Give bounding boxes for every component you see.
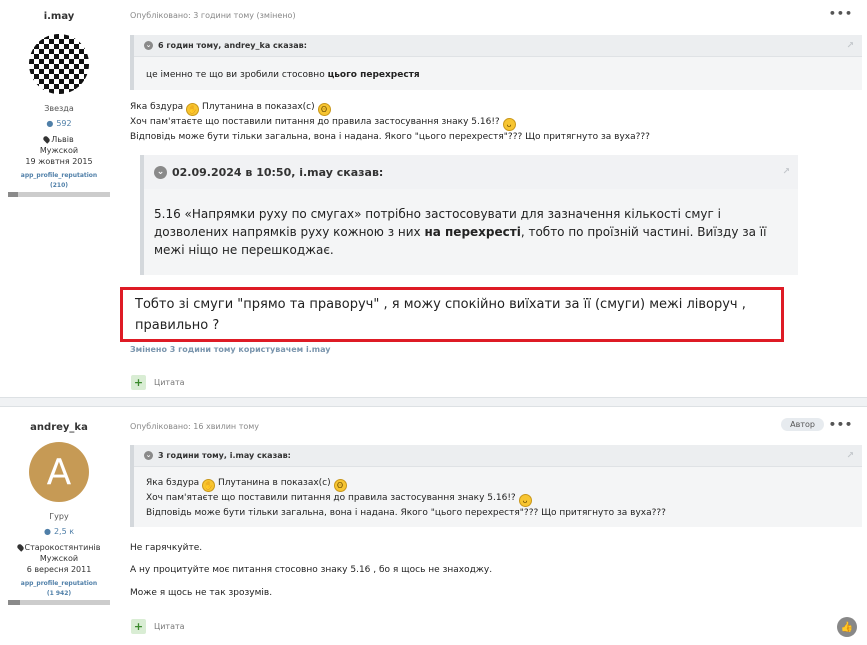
post-meta[interactable]: Опубліковано: 3 години тому (змінено) (130, 11, 296, 20)
quote-attribution[interactable]: 3 години тому, i.may сказав: (158, 451, 291, 460)
body-text: Плутанина в показах(с) (201, 102, 315, 112)
quote-block-nested: ⌄ 02.09.2024 в 10:50, i.may сказав: ↗ 5.… (140, 155, 798, 275)
quote-body: це іменно те що ви зробили стосовно цьог… (134, 57, 862, 80)
quote-text-bold: на перехресті (424, 225, 521, 239)
app-rep-value: (1 942) (46, 590, 72, 597)
chevron-down-icon[interactable]: ⌄ (144, 451, 153, 460)
post-author-panel: i.may Звезда ● 592 Львів Мужской 19 жовт… (0, 0, 118, 197)
author-info: Львів Мужской 19 жовтня 2015 (0, 134, 118, 167)
author-rank: Гуру (49, 512, 69, 521)
quote-block: ⌄ 3 години тому, i.may сказав: ↗ Яка бзд… (130, 445, 862, 527)
quote-button[interactable]: + Цитата (131, 619, 185, 634)
share-icon[interactable]: ↗ (846, 451, 854, 461)
quote-text: Плутанина в показах(с) (217, 478, 331, 488)
app-rep-label: app_profile_reputation (20, 172, 98, 179)
quote-attribution[interactable]: 6 годин тому, andrey_ka сказав: (158, 41, 307, 50)
location-pin-icon (42, 135, 52, 144)
body-text: А ну процитуйте моє питання стосовно зна… (130, 565, 493, 575)
body-text: Яка бздура (130, 102, 184, 112)
author-location: Старокостянтинів (24, 543, 101, 552)
quote-text: Хоч пам'ятаєте що поставили питання до п… (146, 493, 516, 503)
location-pin-icon (15, 543, 25, 552)
reputation-bar (8, 600, 110, 605)
quote-button-label[interactable]: Цитата (154, 622, 185, 631)
app-rep-label: app_profile_reputation (20, 580, 98, 587)
body-text: Відповідь може бути тільки загальна, вон… (130, 132, 650, 142)
body-text: Хоч пам'ятаєте що поставили питання до п… (130, 117, 500, 127)
body-text: Може я щось не так зрозумів. (130, 588, 273, 598)
reputation-value: 2,5 к (53, 527, 75, 536)
author-badge: Автор (781, 418, 824, 431)
post-author-panel: andrey_ka A Гуру ● 2,5 к Старокостянтині… (0, 407, 118, 605)
grin-emoji-icon: ʘ (333, 479, 347, 492)
share-icon[interactable]: ↗ (782, 167, 790, 177)
quote-body: Яка бздура ✋ Плутанина в показах(с) ʘ Хо… (134, 467, 862, 519)
quote-text: Відповідь може бути тільки загальна, вон… (146, 508, 666, 518)
avatar[interactable] (29, 34, 89, 94)
quote-text-bold: цього перехрестя (327, 70, 420, 80)
quote-text: Яка бздура (146, 478, 200, 488)
more-options-icon[interactable]: ••• (829, 7, 853, 20)
reputation-value: 592 (56, 119, 72, 128)
comment-icon: ● (46, 119, 54, 128)
plus-icon[interactable]: + (131, 375, 146, 390)
author-rank: Звезда (44, 104, 74, 113)
author-name[interactable]: i.may (0, 11, 118, 22)
author-info: Старокостянтинів Мужской 6 вересня 2011 (0, 542, 118, 575)
like-icon[interactable]: 👍 (837, 617, 857, 637)
grin-emoji-icon: ʘ (317, 103, 331, 116)
author-joined: 19 жовтня 2015 (25, 157, 93, 166)
highlight-box: Тобто зі смуги "прямо та праворуч" , я м… (120, 287, 784, 342)
plus-icon[interactable]: + (131, 619, 146, 634)
quote-header: ⌄ 3 години тому, i.may сказав: ↗ (134, 445, 862, 467)
author-gender: Мужской (39, 554, 79, 563)
quote-text: це іменно те що ви зробили стосовно (146, 70, 328, 80)
more-options-icon[interactable]: ••• (829, 418, 853, 431)
avatar[interactable]: A (29, 442, 89, 502)
body-text: Не гарячкуйте. (130, 543, 203, 553)
chevron-down-icon[interactable]: ⌄ (144, 41, 153, 50)
avatar-letter: A (29, 442, 89, 502)
facepalm-emoji-icon: ✋ (186, 103, 200, 116)
chevron-down-icon[interactable]: ⌄ (154, 165, 167, 179)
author-joined: 6 вересня 2011 (26, 565, 92, 574)
author-location: Львів (51, 135, 74, 144)
quote-header: ⌄ 6 годин тому, andrey_ka сказав: ↗ (134, 35, 862, 57)
app-rep-value: (210) (49, 182, 68, 189)
wink-emoji-icon: ᴗ (502, 118, 516, 131)
quote-header: ⌄ 02.09.2024 в 10:50, i.may сказав: ↗ (144, 155, 798, 189)
comment-icon: ● (43, 527, 51, 536)
quote-block: ⌄ 6 годин тому, andrey_ka сказав: ↗ це і… (130, 35, 862, 90)
quote-button-label[interactable]: Цитата (154, 378, 185, 387)
author-gender: Мужской (39, 146, 79, 155)
reputation-bar (8, 192, 110, 197)
quote-button[interactable]: + Цитата (131, 375, 185, 390)
post-body: Яка бздура ✋ Плутанина в показах(с) ʘ Хо… (130, 101, 650, 144)
quote-body: 5.16 «Напрямки руху по смугах» потрібно … (144, 189, 798, 259)
highlighted-question: Тобто зі смуги "прямо та праворуч" , я м… (135, 297, 746, 333)
author-name[interactable]: andrey_ka (0, 422, 118, 433)
post-2: andrey_ka A Гуру ● 2,5 к Старокостянтині… (0, 406, 867, 645)
post-meta[interactable]: Опубліковано: 16 хвилин тому (130, 422, 259, 431)
wink-emoji-icon: ᴗ (518, 494, 532, 507)
reputation: ● 592 (0, 119, 118, 128)
edited-note: Змінено 3 години тому користувачем i.may (130, 345, 331, 354)
reputation: ● 2,5 к (0, 527, 118, 536)
quote-attribution[interactable]: 02.09.2024 в 10:50, i.may сказав: (172, 166, 383, 179)
share-icon[interactable]: ↗ (846, 41, 854, 51)
facepalm-emoji-icon: ✋ (202, 479, 216, 492)
post-1: i.may Звезда ● 592 Львів Мужской 19 жовт… (0, 0, 867, 398)
